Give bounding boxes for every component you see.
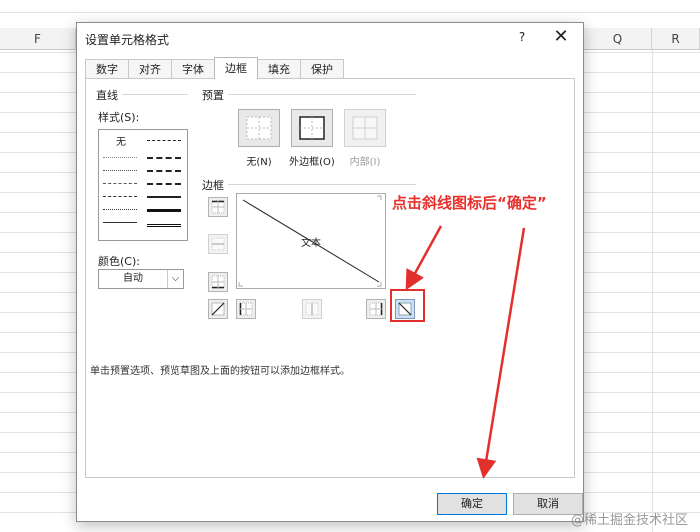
tab-border[interactable]: 边框 (214, 57, 258, 79)
annotation-text: 点击斜线图标后“确定” (392, 194, 547, 212)
diagonal-button-highlight (390, 289, 425, 322)
watermark: @稀土掘金技术社区 (570, 513, 688, 528)
annotation-arrows (405, 225, 526, 479)
